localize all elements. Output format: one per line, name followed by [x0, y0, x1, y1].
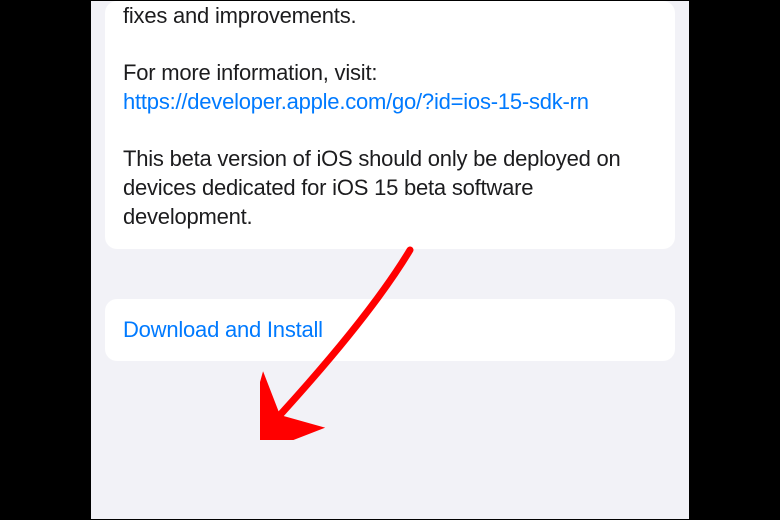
release-notes-link[interactable]: https://developer.apple.com/go/?id=ios-1… [123, 89, 589, 114]
card-gap [105, 249, 675, 299]
settings-panel: fixes and improvements. For more informa… [91, 1, 689, 519]
more-info-prefix: For more information, visit: [123, 60, 377, 85]
release-notes-beta-warning: This beta version of iOS should only be … [123, 144, 657, 231]
release-notes-card: fixes and improvements. For more informa… [105, 1, 675, 249]
release-notes-line-fragment: fixes and improvements. [123, 1, 657, 30]
download-and-install-button[interactable]: Download and Install [105, 299, 675, 361]
download-and-install-label: Download and Install [123, 317, 323, 342]
release-notes-more-info: For more information, visit: https://dev… [123, 58, 657, 116]
